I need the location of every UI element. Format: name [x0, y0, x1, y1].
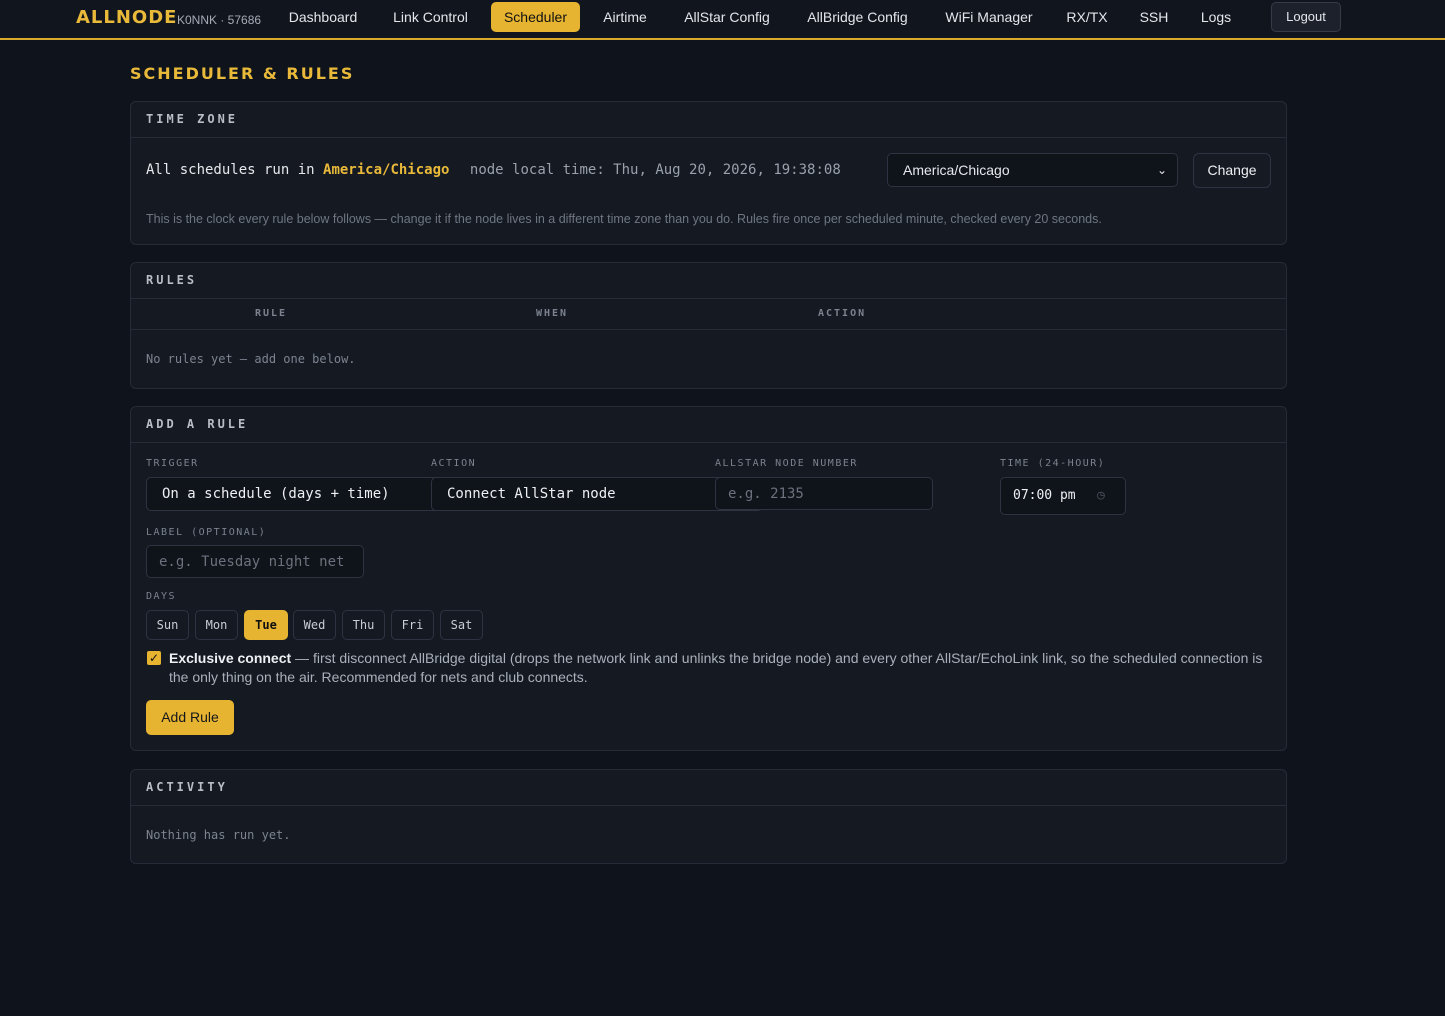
nav-allstar-config[interactable]: AllStar Config [671, 2, 783, 32]
nav-allbridge-config[interactable]: AllBridge Config [795, 2, 920, 32]
rule-label-input[interactable]: e.g. Tuesday night net [146, 545, 364, 578]
rules-table-header: RULE WHEN ACTION [131, 299, 1286, 330]
days-label: DAYS [146, 591, 177, 602]
day-toggle-mon[interactable]: Mon [195, 610, 238, 640]
column-header-when: WHEN [536, 308, 569, 319]
day-toggle-wed[interactable]: Wed [293, 610, 336, 640]
timezone-prefix: All schedules run in [146, 162, 315, 178]
exclusive-connect-title: Exclusive connect [169, 650, 292, 666]
timezone-select-value: America/Chicago [903, 162, 1010, 178]
nav-ssh[interactable]: SSH [1131, 2, 1177, 32]
nav-dashboard[interactable]: Dashboard [278, 2, 368, 32]
time-value: 07:00 pm [1013, 488, 1076, 503]
exclusive-connect-text: — first disconnect AllBridge digital (dr… [169, 650, 1263, 685]
timezone-panel: TIME ZONE All schedules run in America/C… [130, 101, 1287, 245]
clock-icon[interactable]: ◷ [1097, 478, 1105, 514]
node-callsign: K0NNK · 57686 [177, 13, 262, 27]
node-local-time: node local time: Thu, Aug 20, 2026, 19:3… [469, 162, 841, 178]
top-nav-bar: ALLNODE K0NNK · 57686 Dashboard Link Con… [0, 0, 1445, 40]
trigger-label: TRIGGER [146, 458, 199, 469]
exclusive-connect-checkbox[interactable]: ✓ [147, 651, 161, 665]
chevron-down-icon: ⌄ [1156, 163, 1167, 177]
day-toggle-sat[interactable]: Sat [440, 610, 483, 640]
nav-scheduler[interactable]: Scheduler [491, 2, 580, 32]
time-label: TIME (24-HOUR) [1000, 458, 1106, 469]
nav-wifi-manager[interactable]: WiFi Manager [934, 2, 1044, 32]
timezone-select[interactable]: America/Chicago ⌄ [887, 153, 1178, 187]
timezone-hint: This is the clock every rule below follo… [146, 212, 1102, 226]
trigger-select[interactable]: On a schedule (days + time) [146, 477, 446, 511]
timezone-city: America/Chicago [323, 162, 450, 178]
timezone-summary: All schedules run in America/Chicago nod… [146, 162, 841, 178]
time-input[interactable]: 07:00 pm ◷ [1000, 477, 1126, 515]
action-label: ACTION [431, 458, 477, 469]
node-number-input[interactable]: e.g. 2135 [715, 477, 933, 510]
add-rule-button[interactable]: Add Rule [146, 700, 234, 735]
brand-logo[interactable]: ALLNODE [76, 7, 177, 28]
rules-panel: RULES RULE WHEN ACTION No rules yet — ad… [130, 262, 1287, 389]
logout-button[interactable]: Logout [1271, 2, 1341, 32]
rules-panel-title: RULES [131, 263, 1286, 299]
action-select[interactable]: Connect AllStar node [431, 477, 763, 511]
page-title: SCHEDULER & RULES [130, 64, 355, 83]
activity-panel: ACTIVITY Nothing has run yet. [130, 769, 1287, 864]
node-number-label: ALLSTAR NODE NUMBER [715, 458, 858, 469]
change-timezone-button[interactable]: Change [1193, 153, 1271, 188]
nav-airtime[interactable]: Airtime [591, 2, 659, 32]
activity-empty-message: Nothing has run yet. [146, 828, 291, 842]
add-rule-panel: ADD A RULE TRIGGER On a schedule (days +… [130, 406, 1287, 751]
label-field-label: LABEL (OPTIONAL) [146, 527, 267, 538]
nav-logs[interactable]: Logs [1190, 2, 1242, 32]
timezone-panel-title: TIME ZONE [131, 102, 1286, 138]
nav-rx-tx[interactable]: RX/TX [1058, 2, 1116, 32]
add-rule-panel-title: ADD A RULE [131, 407, 1286, 443]
day-toggle-thu[interactable]: Thu [342, 610, 385, 640]
day-toggle-fri[interactable]: Fri [391, 610, 434, 640]
nav-link-control[interactable]: Link Control [381, 2, 480, 32]
column-header-action: ACTION [818, 308, 867, 319]
activity-panel-title: ACTIVITY [131, 770, 1286, 806]
exclusive-connect-description: Exclusive connect — first disconnect All… [169, 649, 1269, 687]
column-header-rule: RULE [255, 308, 288, 319]
rules-empty-message: No rules yet — add one below. [146, 352, 356, 366]
day-toggle-sun[interactable]: Sun [146, 610, 189, 640]
days-picker: Sun Mon Tue Wed Thu Fri Sat [146, 610, 486, 640]
day-toggle-tue[interactable]: Tue [244, 610, 288, 640]
